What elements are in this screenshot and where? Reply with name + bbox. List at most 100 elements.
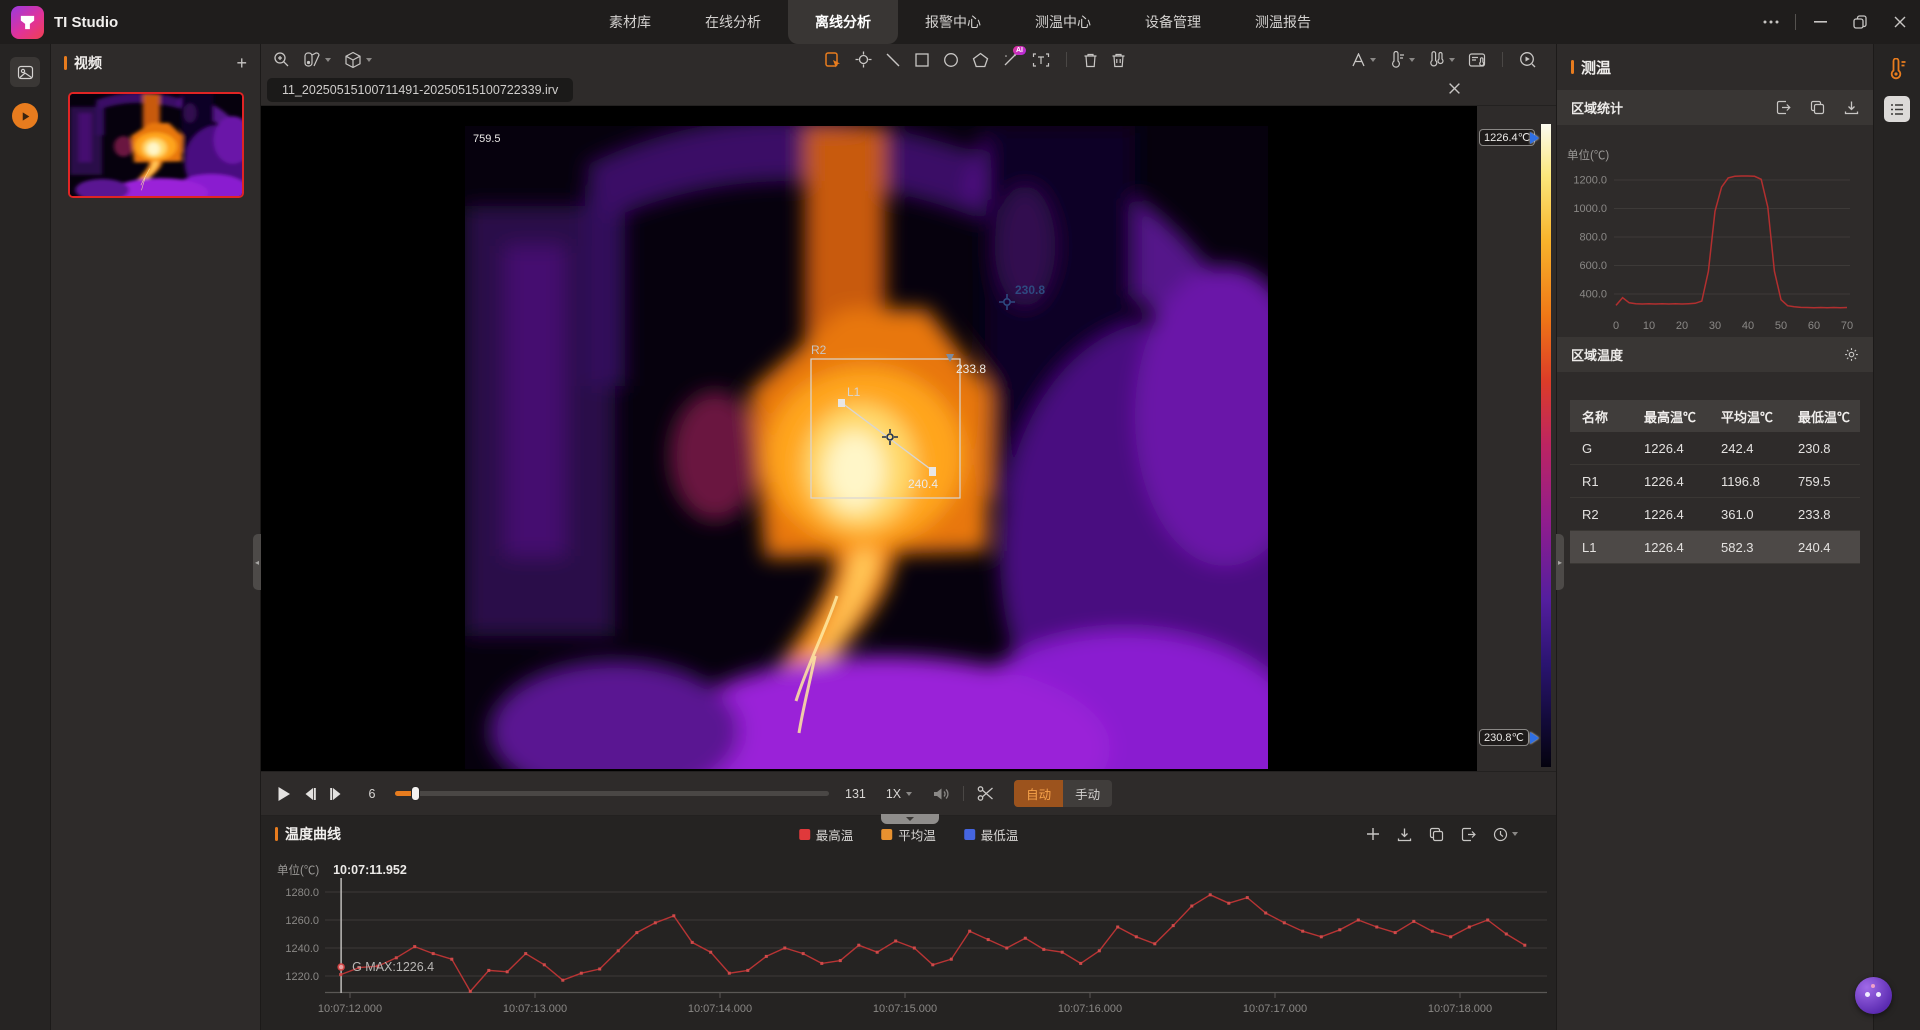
thermal-image[interactable]: 759.5 230.8 R2 233.8 xyxy=(465,126,1268,769)
auto-mode-button[interactable]: 自动 xyxy=(1014,780,1063,807)
clip-scissors-icon[interactable] xyxy=(977,785,994,802)
svg-text:1260.0: 1260.0 xyxy=(285,915,319,927)
curve-panel-title: 温度曲线 xyxy=(285,824,341,844)
r2-temp-label: 233.8 xyxy=(956,362,986,376)
svg-text:1220.0: 1220.0 xyxy=(285,971,319,983)
svg-text:10:07:15.000: 10:07:15.000 xyxy=(873,1003,937,1015)
previous-frame-icon[interactable] xyxy=(303,787,317,801)
svg-text:单位(℃): 单位(℃) xyxy=(1567,148,1609,162)
copy-icon[interactable] xyxy=(1810,100,1825,115)
point-tool-icon[interactable] xyxy=(855,51,872,68)
panel-resize-handle[interactable] xyxy=(881,814,939,824)
nav-tab-5[interactable]: 测温中心 xyxy=(1008,0,1118,44)
thermometer-icon[interactable] xyxy=(1887,58,1907,80)
app-title: TI Studio xyxy=(54,14,118,31)
analysis-toolbar: AI xyxy=(261,44,1556,75)
delete-all-icon[interactable] xyxy=(1111,52,1126,68)
colorbar-min-label[interactable]: 230.8℃ xyxy=(1479,729,1529,746)
export-icon[interactable] xyxy=(1776,100,1791,115)
manual-mode-button[interactable]: 手动 xyxy=(1063,780,1112,807)
assistant-bot-button[interactable] xyxy=(1855,977,1892,1014)
main-nav: 素材库在线分析离线分析报警中心测温中心设备管理测温报告 xyxy=(582,0,1338,44)
download-icon[interactable] xyxy=(1397,827,1412,842)
close-file-icon[interactable] xyxy=(1448,82,1461,95)
video-thumbnail[interactable] xyxy=(68,92,244,198)
playback-queue-icon[interactable] xyxy=(12,103,38,129)
svg-text:10:07:12.000: 10:07:12.000 xyxy=(318,1003,382,1015)
svg-text:1200.0: 1200.0 xyxy=(1573,175,1607,187)
media-library-icon[interactable] xyxy=(10,57,40,87)
palette-icon[interactable] xyxy=(303,51,331,68)
temperature-curve-chart[interactable]: 单位(℃)1280.01260.01240.01220.010:07:12.00… xyxy=(261,852,1556,1030)
nav-tab-2[interactable]: 在线分析 xyxy=(678,0,788,44)
file-tab[interactable]: 11_20250515100711491-20250515100722339.i… xyxy=(267,78,573,102)
chevron-down-icon xyxy=(366,58,372,62)
export-report-icon[interactable] xyxy=(1468,52,1486,68)
region-temps-title: 区域温度 xyxy=(1571,345,1623,364)
region-list-icon[interactable] xyxy=(1884,96,1910,122)
table-row[interactable]: L11226.4582.3240.4 xyxy=(1570,531,1860,564)
add-curve-icon[interactable] xyxy=(1366,827,1380,841)
slider-handle[interactable] xyxy=(411,786,420,801)
next-frame-icon[interactable] xyxy=(329,787,343,801)
nav-tab-1[interactable]: 素材库 xyxy=(582,0,678,44)
minimize-icon[interactable] xyxy=(1800,0,1840,44)
temperature-range-icon[interactable] xyxy=(1428,51,1455,68)
legend-item[interactable]: 平均温 xyxy=(881,825,936,844)
gear-icon[interactable] xyxy=(1844,347,1859,362)
add-video-button[interactable]: + xyxy=(236,54,247,72)
rectangle-tool-icon[interactable] xyxy=(914,52,930,68)
time-range-icon[interactable] xyxy=(1493,827,1518,842)
export-icon[interactable] xyxy=(1461,827,1476,842)
region-stats-chart[interactable]: 单位(℃)1200.01000.0800.0600.0400.001020304… xyxy=(1557,125,1874,337)
maximize-icon[interactable] xyxy=(1840,0,1880,44)
video-panel-collapse-handle[interactable]: ◂ xyxy=(253,534,261,590)
ai-detect-tool-icon[interactable]: AI xyxy=(1002,51,1019,68)
image-min-temp-label: 759.5 xyxy=(473,133,501,145)
cube-3d-icon[interactable] xyxy=(344,51,372,69)
colorbar-max-label[interactable]: 1226.4℃ xyxy=(1479,129,1535,146)
nav-tab-6[interactable]: 设备管理 xyxy=(1118,0,1228,44)
annotation-overlay: 759.5 230.8 R2 233.8 xyxy=(465,126,1268,769)
colorbar-max-flag-icon[interactable] xyxy=(1530,132,1539,144)
nav-tab-4[interactable]: 报警中心 xyxy=(898,0,1008,44)
legend-item[interactable]: 最高温 xyxy=(799,825,854,844)
thermal-canvas[interactable]: 759.5 230.8 R2 233.8 xyxy=(261,106,1477,771)
colorbar-min-flag-icon[interactable] xyxy=(1530,732,1539,744)
zoom-in-icon[interactable] xyxy=(273,51,290,68)
text-annotation-tool-icon[interactable] xyxy=(1032,52,1050,68)
table-row[interactable]: R21226.4361.0233.8 xyxy=(1570,498,1860,531)
timeline-slider[interactable] xyxy=(395,791,829,796)
play-icon[interactable] xyxy=(277,786,291,802)
more-menu-icon[interactable] xyxy=(1751,0,1791,44)
point-marker[interactable] xyxy=(999,294,1015,310)
line-tool-icon[interactable] xyxy=(885,52,901,68)
svg-text:400.0: 400.0 xyxy=(1579,289,1607,301)
table-row[interactable]: R11226.41196.8759.5 xyxy=(1570,465,1860,498)
table-row[interactable]: G1226.4242.4230.8 xyxy=(1570,432,1860,465)
video-analysis-icon[interactable] xyxy=(1519,51,1536,68)
speed-select[interactable]: 1X xyxy=(886,787,912,801)
font-settings-icon[interactable] xyxy=(1351,53,1376,67)
nav-tab-3[interactable]: 离线分析 xyxy=(788,0,898,44)
polygon-tool-icon[interactable] xyxy=(972,52,989,68)
svg-text:800.0: 800.0 xyxy=(1579,232,1607,244)
colorbar-gradient[interactable] xyxy=(1541,124,1551,767)
delete-icon[interactable] xyxy=(1083,52,1098,68)
l1-handle-start[interactable] xyxy=(838,399,845,407)
download-icon[interactable] xyxy=(1844,100,1859,115)
volume-icon[interactable] xyxy=(932,786,950,802)
legend-item[interactable]: 最低温 xyxy=(964,825,1019,844)
chevron-down-icon xyxy=(906,792,912,796)
legend-swatch xyxy=(964,829,975,840)
select-tool-icon[interactable] xyxy=(824,51,842,69)
region-temperature-table: 名称最高温℃平均温℃最低温℃G1226.4242.4230.8R11226.41… xyxy=(1570,400,1860,564)
nav-tab-7[interactable]: 测温报告 xyxy=(1228,0,1338,44)
region-temps-header: 区域温度 xyxy=(1557,337,1873,372)
l1-handle-end[interactable] xyxy=(929,467,936,476)
copy-icon[interactable] xyxy=(1429,827,1444,842)
close-icon[interactable] xyxy=(1880,0,1920,44)
ellipse-tool-icon[interactable] xyxy=(943,52,959,68)
temperature-unit-icon[interactable] xyxy=(1389,51,1415,68)
right-panel-collapse-handle[interactable]: ▸ xyxy=(1556,534,1564,590)
